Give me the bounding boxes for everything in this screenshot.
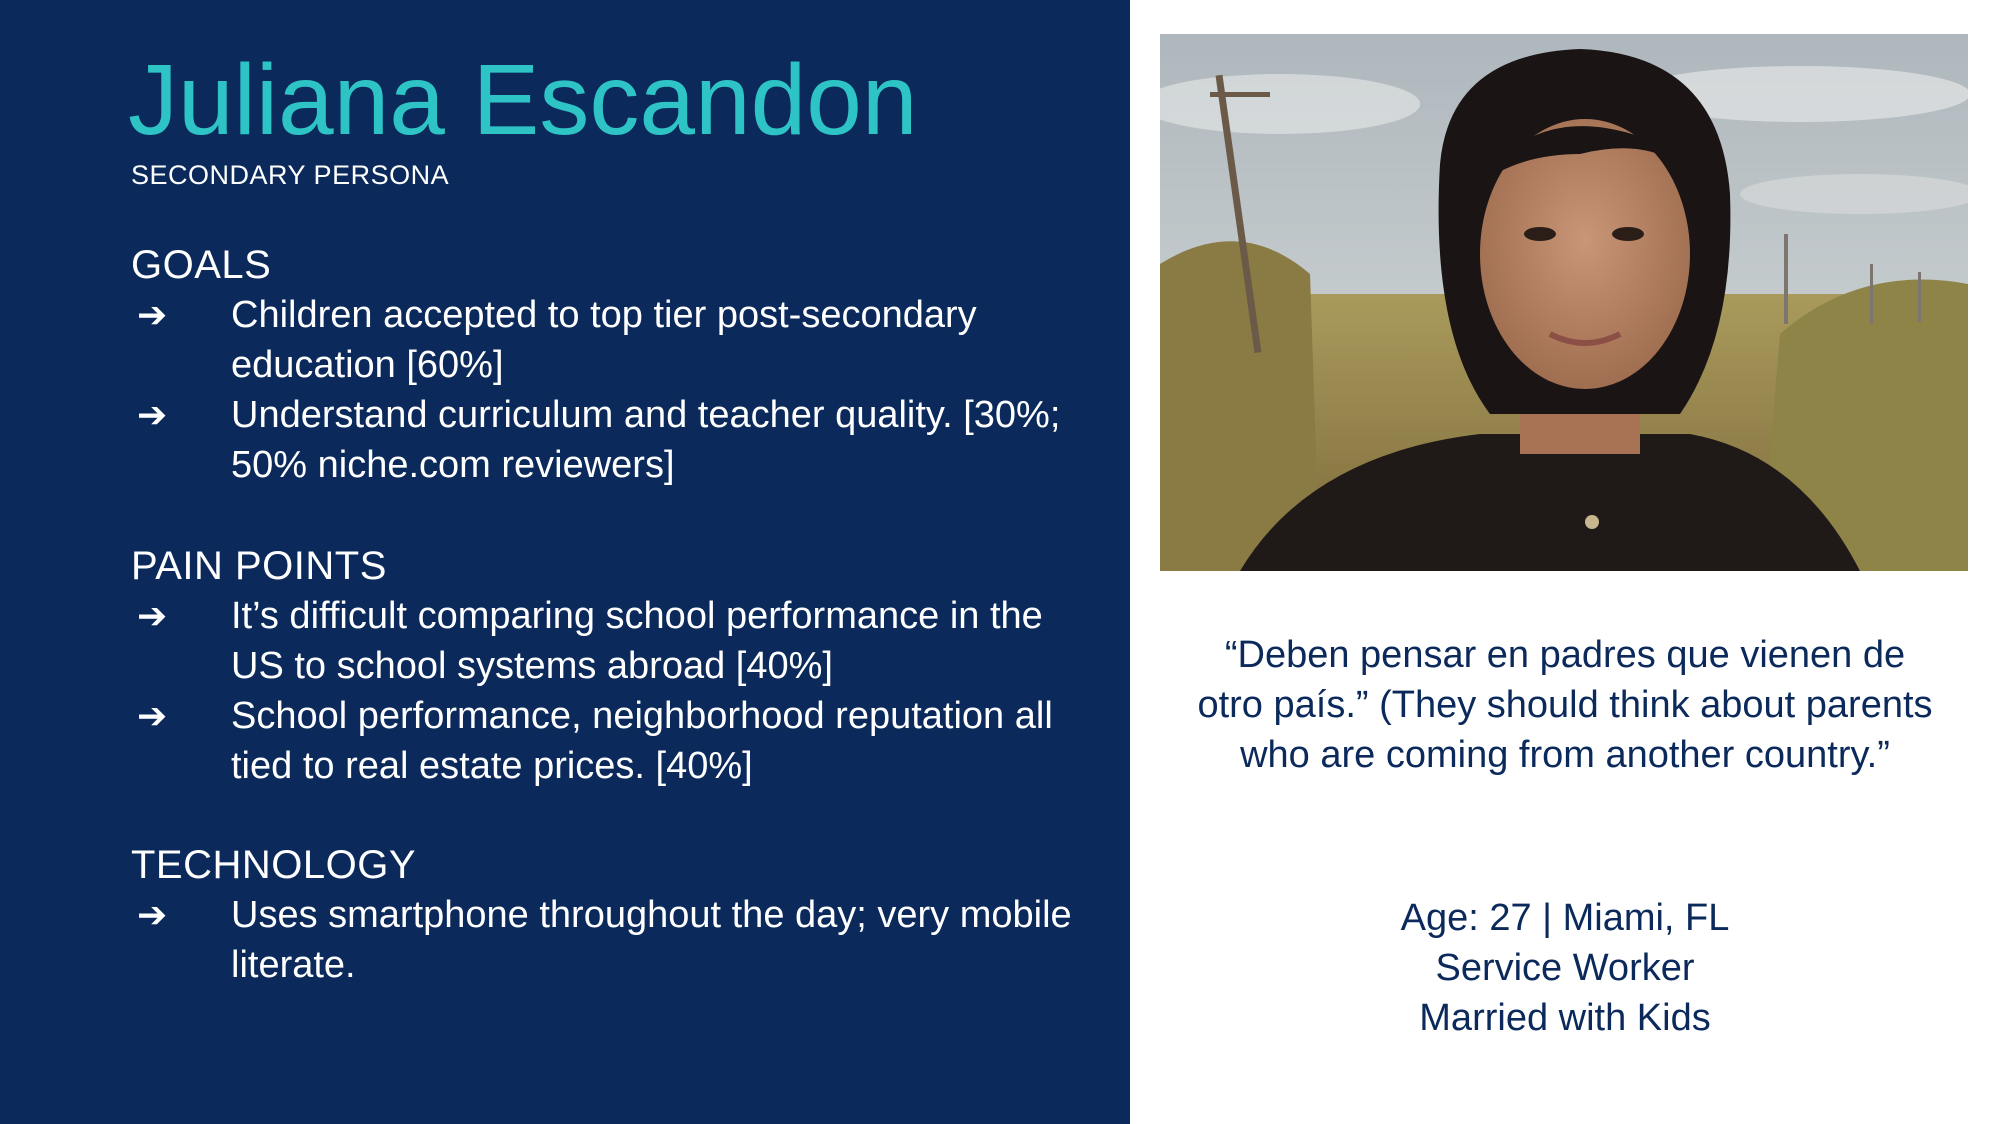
arrow-right-icon: ➔	[137, 394, 168, 435]
occupation: Service Worker	[1435, 947, 1695, 989]
goals-heading: GOALS	[131, 243, 272, 287]
pain-points-heading: PAIN POINTS	[131, 544, 387, 588]
persona-name: Juliana Escandon	[128, 44, 918, 156]
pain-points-section: PAIN POINTS ➔ It’s difficult comparing s…	[131, 541, 1091, 791]
pain-point-item: ➔ School performance, neighborhood reput…	[131, 691, 1091, 791]
left-panel: Juliana Escandon SECONDARY PERSONA GOALS…	[0, 0, 1130, 1124]
arrow-right-icon: ➔	[137, 894, 168, 935]
age-location: Age: 27 | Miami, FL	[1400, 897, 1730, 939]
goals-section: GOALS ➔ Children accepted to top tier po…	[131, 240, 1091, 490]
persona-photo	[1160, 34, 1968, 571]
persona-quote: “Deben pensar en padres que vienen de ot…	[1197, 634, 1933, 776]
technology-text: Uses smartphone throughout the day; very…	[231, 894, 1072, 986]
arrow-right-icon: ➔	[137, 294, 168, 335]
family-status: Married with Kids	[1419, 997, 1711, 1039]
arrow-right-icon: ➔	[137, 595, 168, 636]
technology-item: ➔ Uses smartphone throughout the day; ve…	[131, 890, 1091, 990]
pain-point-item: ➔ It’s difficult comparing school perfor…	[131, 591, 1091, 691]
technology-heading: TECHNOLOGY	[131, 843, 417, 887]
persona-role: SECONDARY PERSONA	[131, 160, 450, 190]
arrow-right-icon: ➔	[137, 695, 168, 736]
pain-point-text: School performance, neighborhood reputat…	[231, 695, 1053, 787]
pain-point-text: It’s difficult comparing school performa…	[231, 595, 1043, 687]
goal-text: Understand curriculum and teacher qualit…	[231, 394, 1061, 486]
goal-item: ➔ Children accepted to top tier post-sec…	[131, 290, 1091, 390]
persona-facts: Age: 27 | Miami, FL Service Worker Marri…	[1190, 893, 1940, 1043]
goal-item: ➔ Understand curriculum and teacher qual…	[131, 390, 1091, 490]
goal-text: Children accepted to top tier post-secon…	[231, 294, 977, 386]
technology-section: TECHNOLOGY ➔ Uses smartphone throughout …	[131, 840, 1091, 990]
